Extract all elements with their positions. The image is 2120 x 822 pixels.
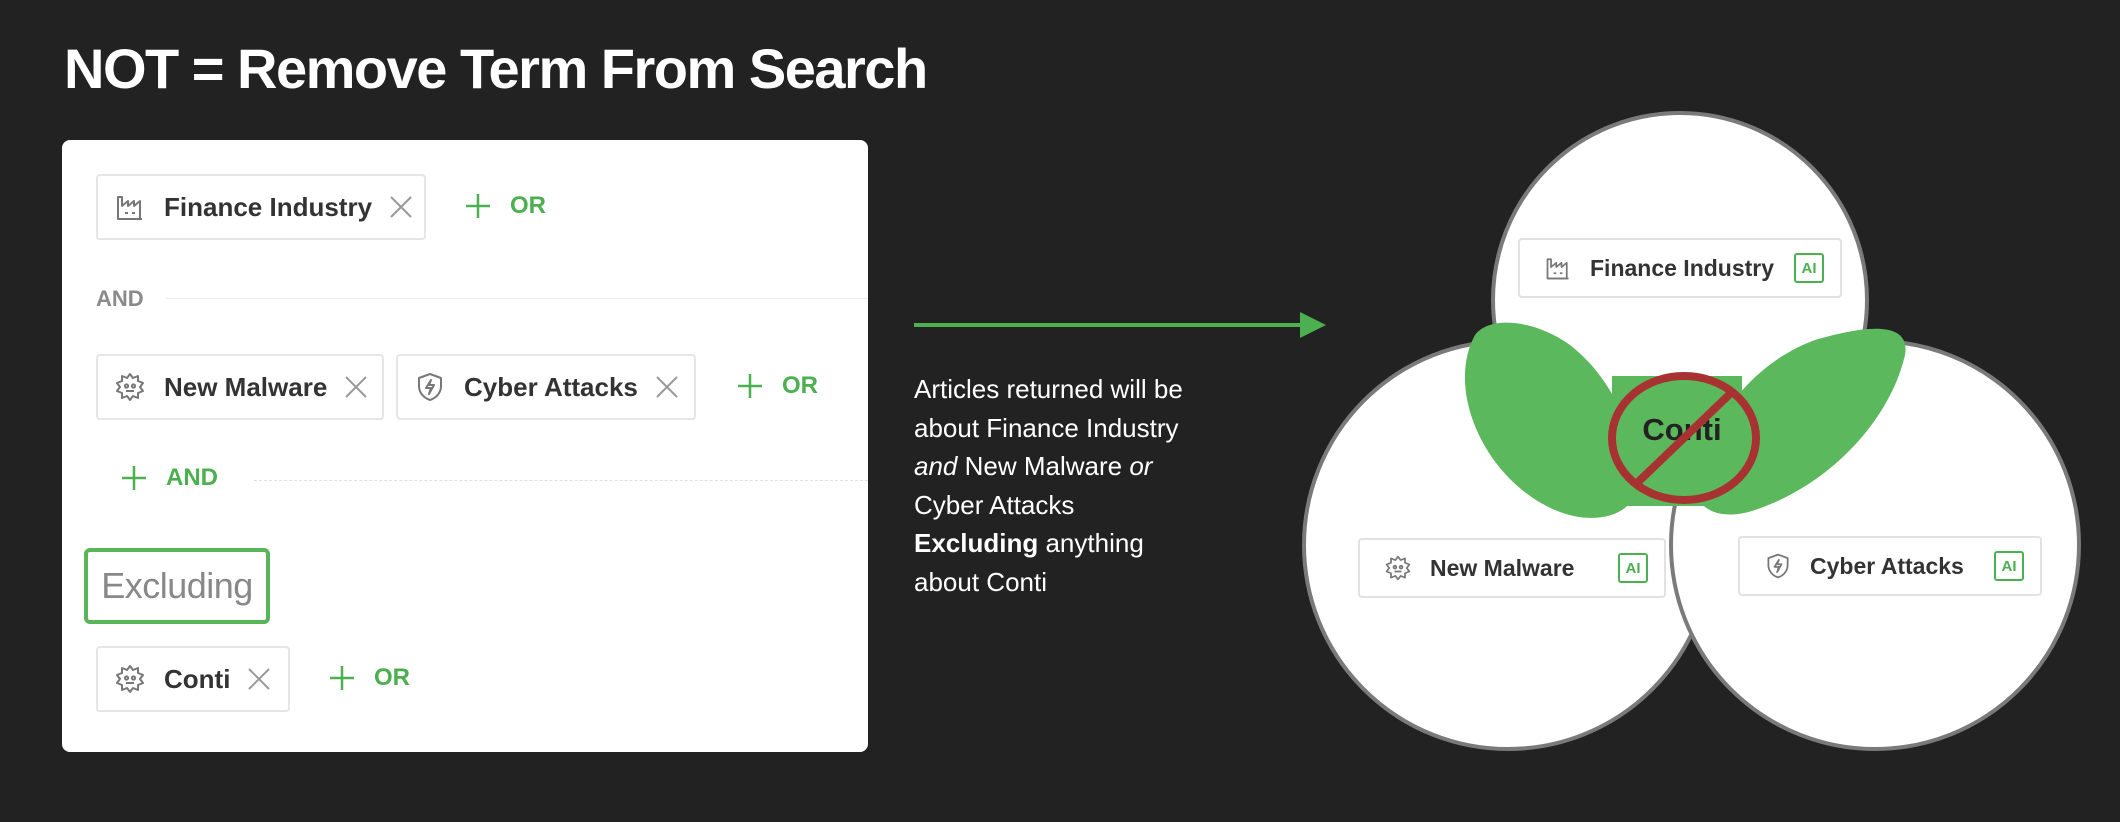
description-line: Cyber Attacks [914, 489, 1075, 520]
malware-icon [114, 371, 146, 403]
add-or-button[interactable]: OR [328, 664, 410, 692]
add-or-label: OR [510, 192, 546, 219]
shield-icon [414, 371, 446, 403]
search-tag-label: Cyber Attacks [464, 371, 638, 402]
search-tag-conti[interactable]: Conti [96, 646, 290, 712]
close-icon[interactable] [654, 374, 680, 400]
excluding-word: Excluding [914, 528, 1039, 558]
venn-tag-label: Finance Industry [1590, 254, 1775, 281]
add-and-button[interactable]: AND [120, 464, 218, 492]
divider [166, 298, 868, 299]
industry-icon [114, 191, 146, 223]
description-line: and New Malware or [914, 447, 1244, 486]
or-word: or [1129, 451, 1153, 481]
divider [254, 480, 868, 481]
result-description: Articles returned will be about Finance … [914, 370, 1244, 601]
description-text: anything [1038, 528, 1144, 558]
add-or-button[interactable]: OR [736, 372, 818, 400]
prohibited-icon [1608, 372, 1760, 504]
malware-icon [1384, 554, 1412, 582]
venn-tag-finance-industry: Finance Industry AI [1518, 238, 1842, 298]
add-and-label: AND [166, 464, 218, 491]
search-tag-label: Finance Industry [164, 191, 373, 222]
ai-badge: AI [1994, 551, 2024, 581]
search-tag-new-malware[interactable]: New Malware [96, 354, 384, 420]
search-builder-panel: Finance Industry OR AND New Malware Cybe [62, 140, 868, 752]
and-word: and [914, 451, 958, 481]
search-tag-cyber-attacks[interactable]: Cyber Attacks [396, 354, 696, 420]
venn-tag-label: Cyber Attacks [1810, 552, 1964, 579]
shield-icon [1764, 552, 1792, 580]
add-or-label: OR [782, 372, 818, 399]
search-tag-label: New Malware [164, 371, 328, 402]
venn-tag-cyber-attacks: Cyber Attacks AI [1738, 536, 2042, 596]
description-line: about Conti [914, 566, 1047, 597]
and-separator-label: AND [96, 286, 144, 311]
arrow-right-icon [914, 312, 1326, 338]
search-tag-label: Conti [164, 663, 231, 694]
add-or-label: OR [374, 664, 410, 691]
ai-badge: AI [1618, 553, 1648, 583]
close-icon[interactable] [246, 666, 272, 692]
venn-tag-new-malware: New Malware AI [1358, 538, 1666, 598]
description-line: Articles returned will be [914, 374, 1183, 404]
page-title: NOT = Remove Term From Search [64, 37, 928, 100]
venn-tag-label: New Malware [1430, 554, 1575, 581]
description-line: Excluding anything [914, 524, 1244, 563]
description-line: about Finance Industry [914, 412, 1179, 443]
add-or-button[interactable]: OR [464, 192, 546, 220]
malware-icon [114, 663, 146, 695]
close-icon[interactable] [388, 194, 414, 220]
close-icon[interactable] [343, 374, 369, 400]
industry-icon [1544, 254, 1572, 282]
description-text: New Malware [957, 451, 1130, 481]
ai-badge: AI [1794, 253, 1824, 283]
excluding-label: Excluding [84, 548, 270, 624]
search-tag-finance-industry[interactable]: Finance Industry [96, 174, 426, 240]
